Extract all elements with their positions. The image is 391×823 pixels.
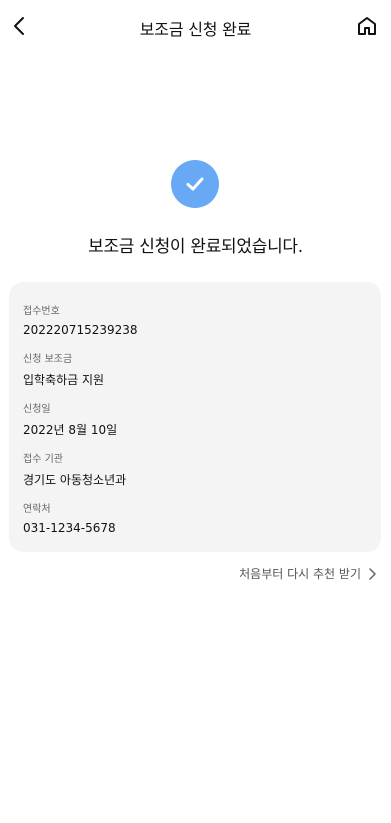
field-label: 접수 기관 — [23, 454, 63, 465]
field-value: 입학축하금 지원 — [23, 373, 105, 387]
contact-field: 연락처 031-1234-5678 — [23, 500, 116, 535]
field-label: 접수번호 — [23, 306, 60, 317]
field-value: 202220715239238 — [23, 323, 138, 337]
chevron-right-icon — [369, 567, 376, 580]
restart-label: 처음부터 다시 추천 받기 — [239, 567, 361, 581]
field-label: 신청 보조금 — [23, 354, 73, 365]
page-title: 보조금 신청 완료 — [139, 20, 252, 39]
application-details-card: 접수번호 202220715239238 신청 보조금 입학축하금 지원 신청일… — [9, 282, 381, 552]
field-label: 연락처 — [23, 504, 51, 515]
field-label: 신청일 — [23, 404, 51, 415]
field-value: 031-1234-5678 — [23, 521, 116, 535]
home-icon — [358, 17, 376, 35]
application-date-field: 신청일 2022년 8월 10일 — [23, 400, 117, 438]
success-badge — [171, 160, 219, 208]
subsidy-field: 신청 보조금 입학축하금 지원 — [23, 350, 104, 388]
completion-message: 보조금 신청이 완료되었습니다. — [88, 237, 303, 257]
agency-field: 접수 기관 경기도 아동청소년과 — [23, 450, 126, 488]
check-icon — [186, 177, 204, 191]
app-header: 보조금 신청 완료 — [0, 0, 391, 56]
field-value: 경기도 아동청소년과 — [23, 473, 127, 487]
field-value: 2022년 8월 10일 — [23, 423, 118, 437]
restart-recommendation-link[interactable]: 처음부터 다시 추천 받기 — [239, 565, 377, 582]
receipt-number-field: 접수번호 202220715239238 — [23, 302, 138, 337]
home-button[interactable] — [355, 14, 379, 38]
